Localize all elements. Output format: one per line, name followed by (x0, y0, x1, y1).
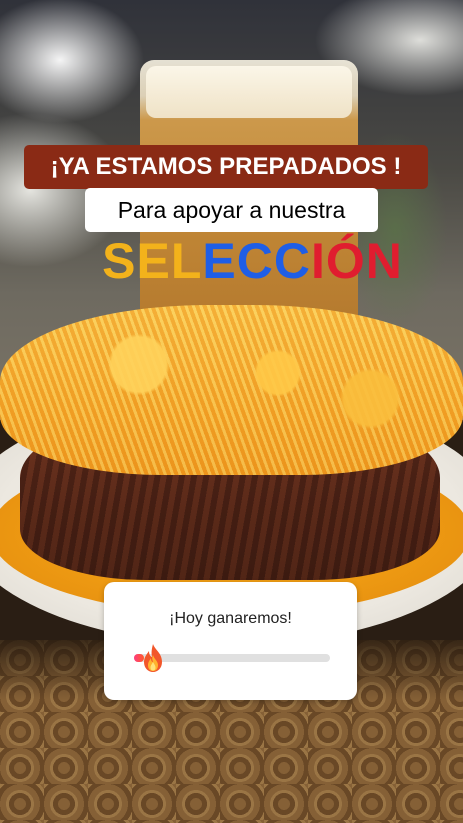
story-canvas: ¡YA ESTAMOS PREPADADOS ! Para apoyar a n… (0, 0, 463, 823)
seleccion-part-yellow: SEL (102, 233, 203, 289)
topping-image (0, 305, 463, 475)
headline-sticker: ¡YA ESTAMOS PREPADADOS ! (24, 145, 428, 189)
seleccion-part-blue: ECC (202, 233, 311, 289)
emoji-slider-poll[interactable]: ¡Hoy ganaremos! (104, 582, 357, 700)
subline-sticker: Para apoyar a nuestra (85, 188, 378, 232)
seleccion-part-red: IÓN (310, 233, 403, 289)
seleccion-title: SELECCIÓN (0, 232, 463, 290)
fire-emoji-icon (144, 644, 162, 672)
subline-text: Para apoyar a nuestra (117, 196, 346, 223)
headline-text: ¡YA ESTAMOS PREPADADOS ! (50, 153, 402, 180)
beer-foam-image (146, 66, 352, 118)
poll-question: ¡Hoy ganaremos! (169, 610, 292, 627)
slider-thumb[interactable] (138, 642, 168, 674)
